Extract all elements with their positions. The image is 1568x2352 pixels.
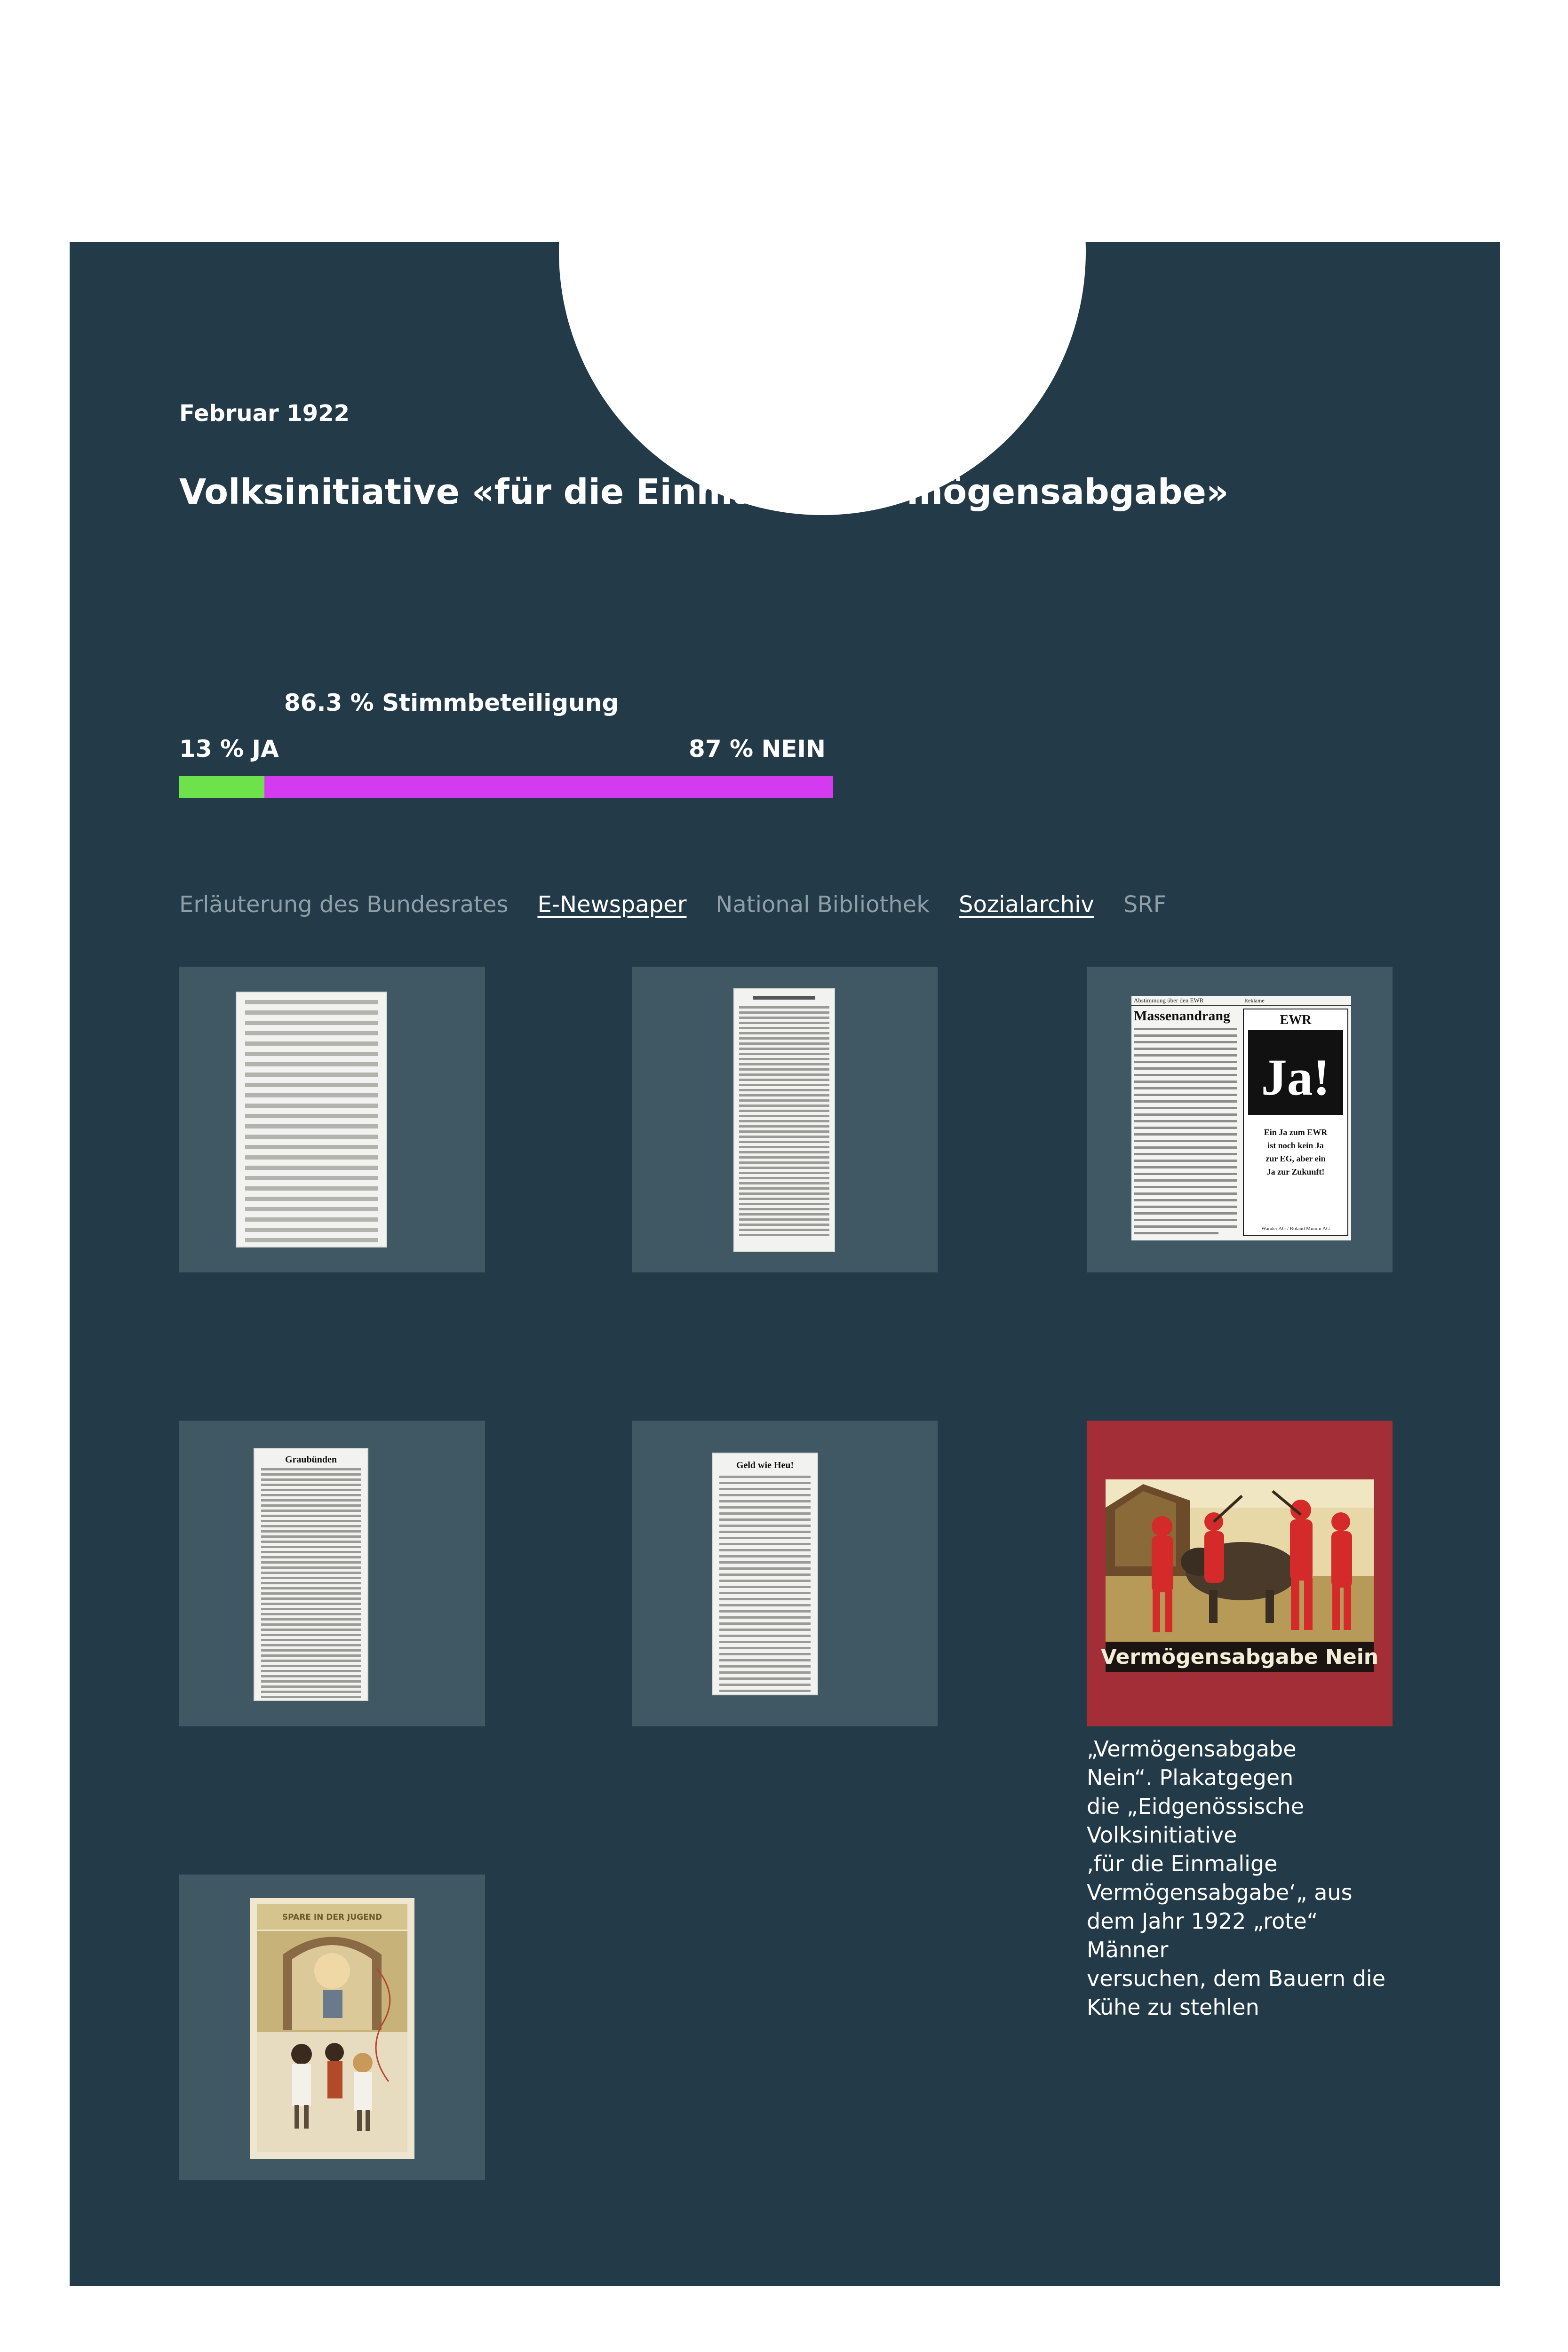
gallery-tile-ewr-clipping[interactable]: Abstimmung über den EWR Reklame Massenan… xyxy=(1087,967,1393,1272)
graubuenden-clipping-image: Graubünden xyxy=(255,1449,367,1700)
svg-text:zur EG, aber ein: zur EG, aber ein xyxy=(1266,1154,1325,1163)
no-bar-segment xyxy=(264,776,833,798)
svg-text:Ja zur Zukunft!: Ja zur Zukunft! xyxy=(1267,1167,1325,1176)
poster-caption-line: dem Jahr 1922 „rote“ Männer xyxy=(1087,1908,1318,1963)
poster-caption-line: die „Eidgenössische xyxy=(1087,1794,1304,1819)
ewr-header-left: Abstimmung über den EWR xyxy=(1134,997,1204,1004)
ewr-box-footer: Wander AG / Roland Mumm AG xyxy=(1261,1226,1330,1232)
postcard-image: SPARE IN DER JUGEND xyxy=(250,1898,414,2159)
ewr-clipping-image: Abstimmung über den EWR Reklame Massenan… xyxy=(1131,996,1351,1240)
poster-caption: „Vermögensabgabe Nein“. Plakatgegen die … xyxy=(1087,1735,1393,2022)
ewr-box-big: Ja! xyxy=(1261,1049,1330,1106)
gallery-tile-geld-wie-heu[interactable]: Geld wie Heu! xyxy=(632,1421,938,1726)
geld-wie-heu-clipping-image: Geld wie Heu! xyxy=(713,1454,817,1694)
svg-text:Ein Ja zum EWR: Ein Ja zum EWR xyxy=(1264,1128,1328,1137)
no-result-label: 87 % NEIN xyxy=(689,735,826,763)
poster-caption-line: Vermögensabgabe‘„ aus xyxy=(1087,1880,1353,1905)
poster-caption-line: „Vermögensabgabe xyxy=(1087,1736,1297,1762)
result-bar xyxy=(179,776,833,798)
poster-caption-line: versuchen, dem Bauern die xyxy=(1087,1966,1385,1991)
gallery-tile-poster[interactable]: Vermögensabgabe Nein xyxy=(1087,1421,1393,1726)
yes-bar-segment xyxy=(179,776,264,798)
gallery-tile-postcard[interactable]: SPARE IN DER JUGEND xyxy=(179,1875,485,2180)
tab-e-newspaper[interactable]: E-Newspaper xyxy=(537,891,686,918)
gallery-tile-graubuenden[interactable]: Graubünden xyxy=(179,1421,485,1726)
turnout-label: 86.3 % Stimmbeteiligung xyxy=(284,689,619,716)
source-tabs: Erläuterung des Bundesrates E-Newspaper … xyxy=(179,891,1166,918)
poster-text: Vermögensabgabe Nein xyxy=(1101,1645,1378,1669)
poster-caption-line: Nein“. Plakatgegen xyxy=(1087,1765,1294,1790)
newspaper-clipping-image xyxy=(237,993,386,1247)
ewr-box-title: EWR xyxy=(1280,1013,1312,1027)
ewr-header-right: Reklame xyxy=(1244,997,1265,1004)
vote-date: Februar 1922 xyxy=(179,400,350,427)
tab-bundesrat[interactable]: Erläuterung des Bundesrates xyxy=(179,891,508,918)
tab-sozialarchiv[interactable]: Sozialarchiv xyxy=(959,891,1094,918)
ewr-headline: Massenandrang xyxy=(1134,1008,1230,1024)
vote-card: Februar 1922 Volksinitiative «für die Ei… xyxy=(70,242,1500,2286)
newspaper-clipping-image xyxy=(734,989,834,1251)
vermoegensabgabe-poster-image: Vermögensabgabe Nein xyxy=(1101,1479,1378,1672)
gallery-tile-newspaper-2[interactable] xyxy=(632,967,938,1272)
geld-headline: Geld wie Heu! xyxy=(736,1460,794,1470)
yes-result-label: 13 % JA xyxy=(179,735,279,763)
poster-caption-line: Volksinitiative xyxy=(1087,1822,1237,1848)
graubuenden-headline: Graubünden xyxy=(285,1454,337,1465)
poster-caption-line: Kühe zu stehlen xyxy=(1087,1994,1259,2020)
vote-title: Volksinitiative «für die Einmalige Vermö… xyxy=(179,472,1229,512)
svg-text:ist noch kein Ja: ist noch kein Ja xyxy=(1267,1141,1324,1150)
tab-srf[interactable]: SRF xyxy=(1123,891,1166,918)
postcard-sign: SPARE IN DER JUGEND xyxy=(282,1913,382,1922)
gallery-tile-newspaper-1[interactable] xyxy=(179,967,485,1272)
tab-national-bibliothek[interactable]: National Bibliothek xyxy=(716,891,930,918)
poster-caption-line: ‚für die Einmalige xyxy=(1087,1851,1278,1876)
